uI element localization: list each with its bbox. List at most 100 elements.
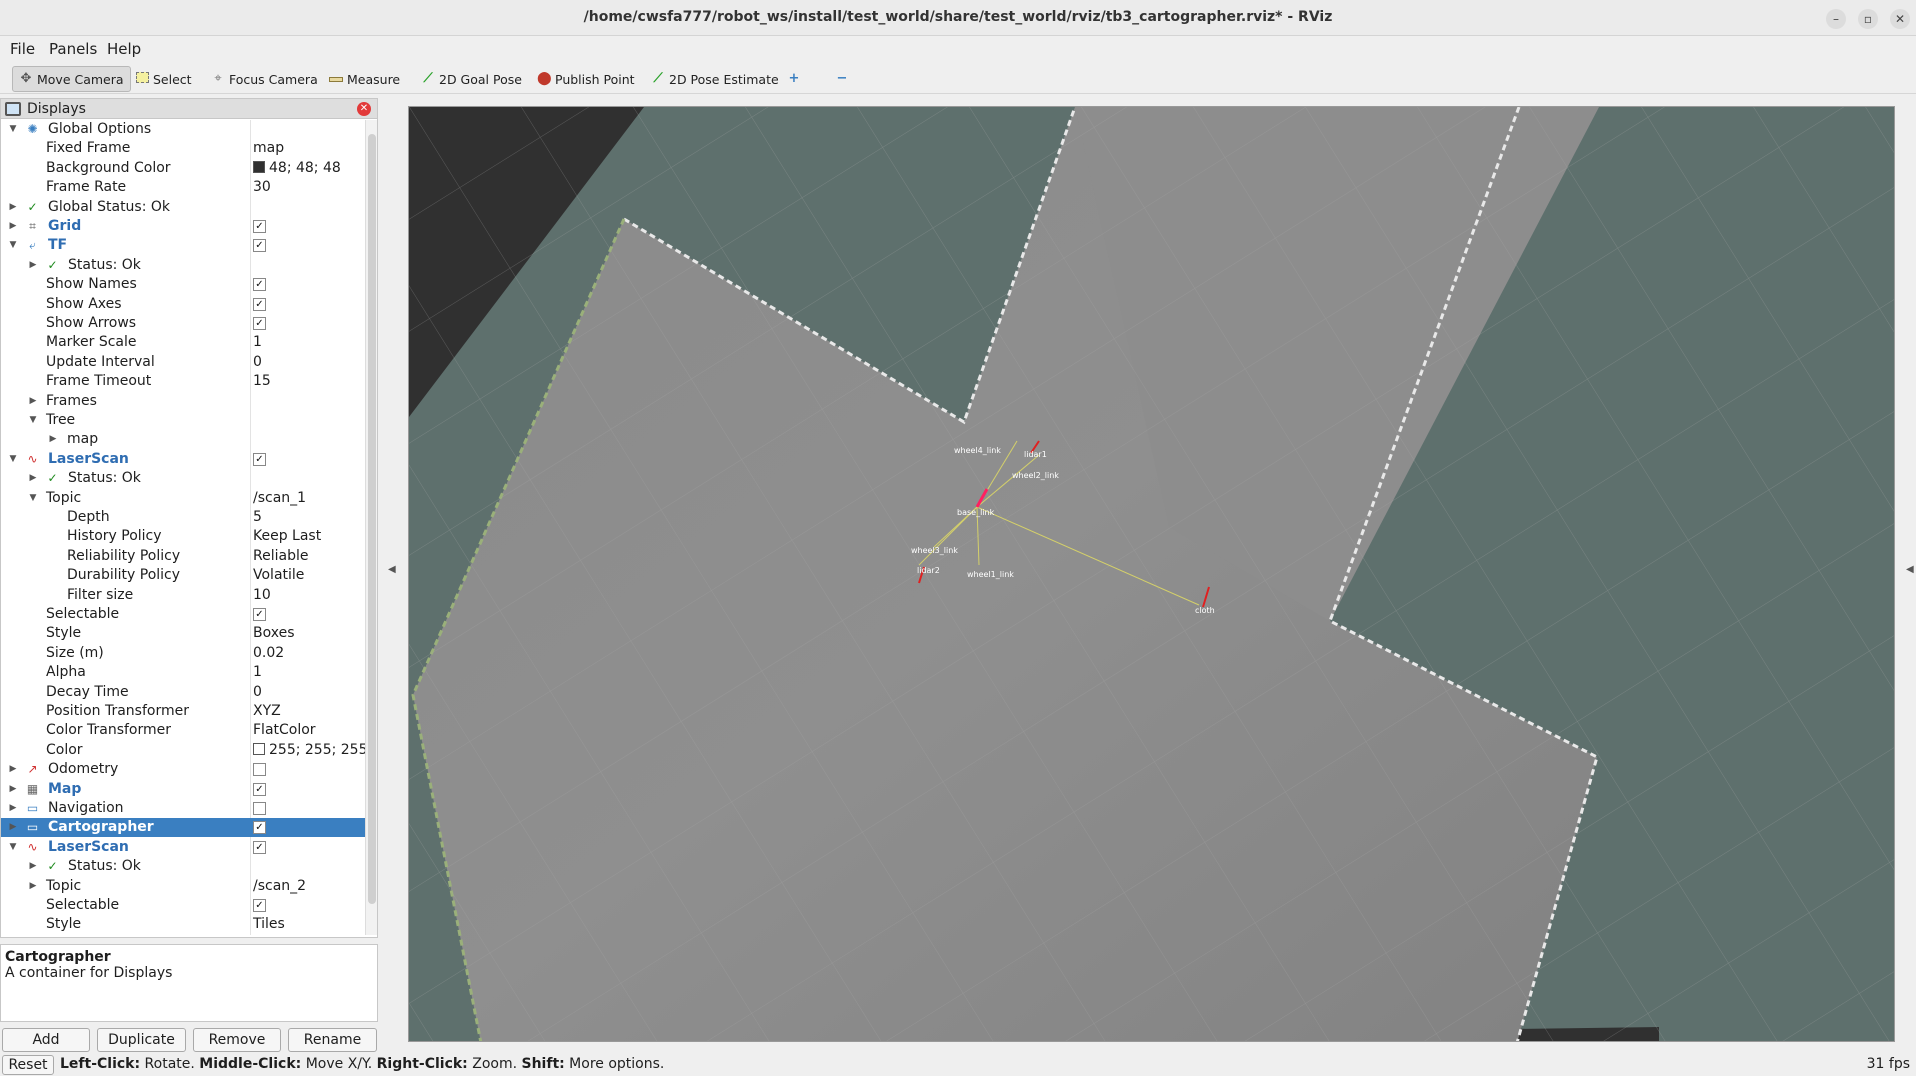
collapse-arrow-icon[interactable]: ▼ — [27, 489, 39, 508]
tree-row[interactable]: Color Transformer FlatColor — [1, 721, 365, 740]
expand-arrow-icon[interactable]: ▶ — [27, 857, 39, 876]
collapse-arrow-icon[interactable]: ▼ — [7, 236, 19, 255]
tree-row[interactable]: Position Transformer XYZ — [1, 702, 365, 721]
reset-button[interactable]: Reset — [2, 1055, 54, 1075]
add-button[interactable]: Add — [2, 1028, 90, 1052]
tree-value[interactable]: 0 — [253, 683, 262, 702]
checkbox-checked[interactable]: ✓ — [253, 297, 266, 311]
tree-value[interactable]: XYZ — [253, 702, 281, 721]
expand-arrow-icon[interactable]: ▶ — [7, 217, 19, 236]
tree-value[interactable]: 48; 48; 48 — [253, 159, 341, 178]
displays-scrollbar[interactable] — [365, 120, 377, 935]
move-camera-tool[interactable]: ✥ Move Camera — [12, 66, 131, 92]
expand-arrow-icon[interactable]: ▶ — [7, 818, 19, 837]
checkbox-unchecked[interactable] — [253, 763, 266, 777]
tree-row[interactable]: Selectable ✓ — [1, 896, 365, 915]
tree-row[interactable]: ▶ ▭ Navigation — [1, 799, 365, 818]
tree-row[interactable]: Background Color 48; 48; 48 — [1, 159, 365, 178]
tree-value[interactable]: 1 — [253, 333, 262, 352]
expand-arrow-icon[interactable]: ▶ — [7, 198, 19, 217]
scene-view[interactable]: wheel4_link lidar1 wheel2_link base_link… — [409, 107, 1895, 1042]
tree-value[interactable]: 30 — [253, 178, 271, 197]
checkbox-checked[interactable]: ✓ — [253, 278, 266, 292]
tree-row[interactable]: ▶ ⌗ Grid ✓ — [1, 217, 365, 236]
tree-value[interactable]: Keep Last — [253, 527, 321, 546]
expand-arrow-icon[interactable]: ▶ — [27, 877, 39, 896]
tree-row[interactable]: ▶ ▦ Map ✓ — [1, 780, 365, 799]
add-tool-button[interactable]: + — [780, 66, 808, 92]
tree-row[interactable]: ▶ Frames — [1, 392, 365, 411]
remove-button[interactable]: Remove — [193, 1028, 281, 1052]
expand-arrow-icon[interactable]: ▶ — [7, 780, 19, 799]
expand-arrow-icon[interactable]: ▶ — [27, 256, 39, 275]
collapse-arrow-icon[interactable]: ▼ — [7, 120, 19, 139]
measure-tool[interactable]: Measure — [322, 66, 407, 92]
collapse-arrow-icon[interactable]: ▼ — [27, 411, 39, 430]
tree-row[interactable]: Depth 5 — [1, 508, 365, 527]
tree-value[interactable]: 0 — [253, 353, 262, 372]
tree-value[interactable]: Volatile — [253, 566, 304, 585]
tree-row[interactable]: Size (m) 0.02 — [1, 644, 365, 663]
tree-row[interactable]: Selectable ✓ — [1, 605, 365, 624]
color-swatch[interactable] — [253, 742, 265, 755]
tree-row[interactable]: History Policy Keep Last — [1, 527, 365, 546]
menu-file[interactable]: File — [10, 40, 35, 58]
expand-arrow-icon[interactable]: ▶ — [7, 799, 19, 818]
menu-panels[interactable]: Panels — [49, 40, 97, 58]
tree-row[interactable]: Durability Policy Volatile — [1, 566, 365, 585]
tree-row[interactable]: Reliability Policy Reliable — [1, 547, 365, 566]
tree-row[interactable]: Show Arrows ✓ — [1, 314, 365, 333]
tree-row[interactable]: ▼ ⤶ TF ✓ — [1, 236, 365, 255]
checkbox-checked[interactable]: ✓ — [253, 821, 266, 835]
checkbox-checked[interactable]: ✓ — [253, 239, 266, 253]
tree-value[interactable]: /scan_2 — [253, 877, 306, 896]
tree-row[interactable]: Decay Time 0 — [1, 683, 365, 702]
select-tool[interactable]: Select — [128, 66, 199, 92]
color-swatch[interactable] — [253, 160, 265, 173]
tree-row[interactable]: Alpha 1 — [1, 663, 365, 682]
collapse-arrow-icon[interactable]: ▼ — [7, 838, 19, 857]
tree-value[interactable]: Reliable — [253, 547, 308, 566]
tree-row[interactable]: ▶ ✓ Global Status: Ok — [1, 198, 365, 217]
tree-row[interactable]: Color 255; 255; 255 — [1, 741, 365, 760]
expand-arrow-icon[interactable]: ▶ — [27, 469, 39, 488]
tree-value[interactable]: 15 — [253, 372, 271, 391]
tree-value[interactable]: 1 — [253, 663, 262, 682]
expand-arrow-icon[interactable]: ▶ — [27, 392, 39, 411]
tree-row[interactable]: ▶ ✓ Status: Ok — [1, 469, 365, 488]
tree-row[interactable]: Show Names ✓ — [1, 275, 365, 294]
checkbox-checked[interactable]: ✓ — [253, 452, 266, 466]
expand-arrow-icon[interactable]: ▶ — [47, 430, 59, 449]
tree-value[interactable]: 10 — [253, 586, 271, 605]
tree-row[interactable]: ▼ Topic/scan_1 — [1, 489, 365, 508]
render-viewport[interactable]: wheel4_link lidar1 wheel2_link base_link… — [408, 106, 1895, 1042]
collapse-right-icon[interactable]: ◀ — [1906, 564, 1914, 575]
checkbox-checked[interactable]: ✓ — [253, 220, 266, 233]
tree-value[interactable]: Tiles — [253, 915, 285, 934]
tree-value[interactable]: Boxes — [253, 624, 295, 643]
duplicate-button[interactable]: Duplicate — [97, 1028, 186, 1052]
tree-row[interactable]: ▶ ✓ Status: Ok — [1, 256, 365, 275]
tree-row[interactable]: ▼ ✺ Global Options — [1, 120, 365, 139]
tree-row[interactable]: Frame Rate 30 — [1, 178, 365, 197]
tree-row[interactable]: Fixed Frame map — [1, 139, 365, 158]
expand-arrow-icon[interactable]: ▶ — [7, 760, 19, 779]
checkbox-checked[interactable]: ✓ — [253, 840, 266, 854]
tree-value[interactable]: 5 — [253, 508, 262, 527]
remove-tool-button[interactable]: − — [828, 66, 856, 92]
tree-row[interactable]: ▶ ↗ Odometry — [1, 760, 365, 779]
publish-point-tool[interactable]: ⬤ Publish Point — [530, 66, 642, 92]
maximize-button[interactable]: ▫ — [1858, 9, 1878, 29]
goal-pose-tool[interactable]: ⟋ 2D Goal Pose — [414, 66, 529, 92]
collapse-arrow-icon[interactable]: ▼ — [7, 450, 19, 469]
checkbox-checked[interactable]: ✓ — [253, 782, 266, 796]
tree-value[interactable]: 0.02 — [253, 644, 284, 663]
tree-value[interactable]: /scan_1 — [253, 489, 306, 508]
checkbox-unchecked[interactable] — [253, 802, 266, 815]
pose-estimate-tool[interactable]: ⟋ 2D Pose Estimate — [644, 66, 786, 92]
tree-value[interactable]: FlatColor — [253, 721, 316, 740]
tree-row[interactable]: ▶ map — [1, 430, 365, 449]
tree-row[interactable]: ▶ ✓ Status: Ok — [1, 857, 365, 876]
tree-value[interactable]: map — [253, 139, 284, 158]
tree-value[interactable]: 255; 255; 255 — [253, 741, 365, 760]
